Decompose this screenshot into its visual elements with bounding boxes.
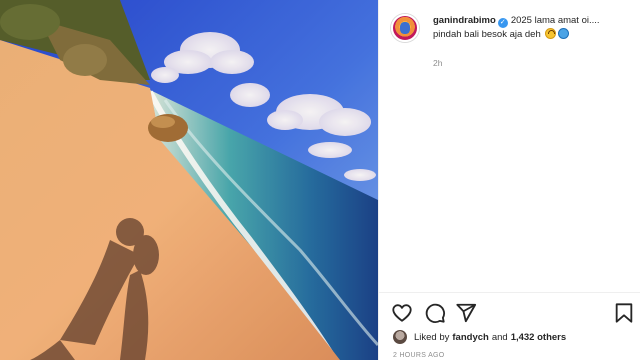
water-wave-emoji-icon <box>558 28 570 39</box>
comment-button[interactable] <box>424 302 446 324</box>
save-button[interactable] <box>613 302 635 324</box>
caption-row: ganindrabimo ✓ 2025 lama amat oi.... pinda… <box>391 14 637 42</box>
likes-summary: Liked by fandych and 1,432 others <box>393 330 569 344</box>
heart-icon <box>392 304 412 322</box>
upside-down-face-emoji-icon <box>545 28 557 39</box>
liked-by-others-link[interactable]: 1,432 others <box>511 332 566 343</box>
liked-by-conj: and <box>491 331 508 343</box>
caption-time: 2h <box>433 58 443 68</box>
liked-by-prefix: Liked by <box>414 331 450 343</box>
username-link[interactable]: ganindrabimo <box>433 15 496 26</box>
posted-time[interactable]: 2 HOURS AGO <box>393 352 445 359</box>
send-icon <box>456 303 477 323</box>
like-button[interactable] <box>391 302 413 324</box>
divider <box>379 292 640 293</box>
verified-badge-icon: ✓ <box>497 18 508 28</box>
caption-line-1: 2025 lama amat oi.... <box>510 15 600 26</box>
avatar-face-icon <box>400 22 410 34</box>
post-sidebar: ganindrabimo ✓ 2025 lama amat oi.... pinda… <box>378 0 640 360</box>
liked-by-user-link[interactable]: fandych <box>452 332 488 343</box>
liker-avatar[interactable] <box>393 330 407 344</box>
post-caption: ganindrabimo ✓ 2025 lama amat oi.... pinda… <box>433 14 629 42</box>
action-bar <box>391 302 635 324</box>
caption-line-2: pindah bali besok aja deh <box>433 29 541 40</box>
comment-icon <box>425 303 445 323</box>
share-button[interactable] <box>455 302 477 324</box>
post-photo[interactable] <box>0 0 378 360</box>
beach-photo <box>0 0 378 360</box>
bookmark-icon <box>615 303 633 323</box>
user-avatar[interactable] <box>391 14 419 42</box>
